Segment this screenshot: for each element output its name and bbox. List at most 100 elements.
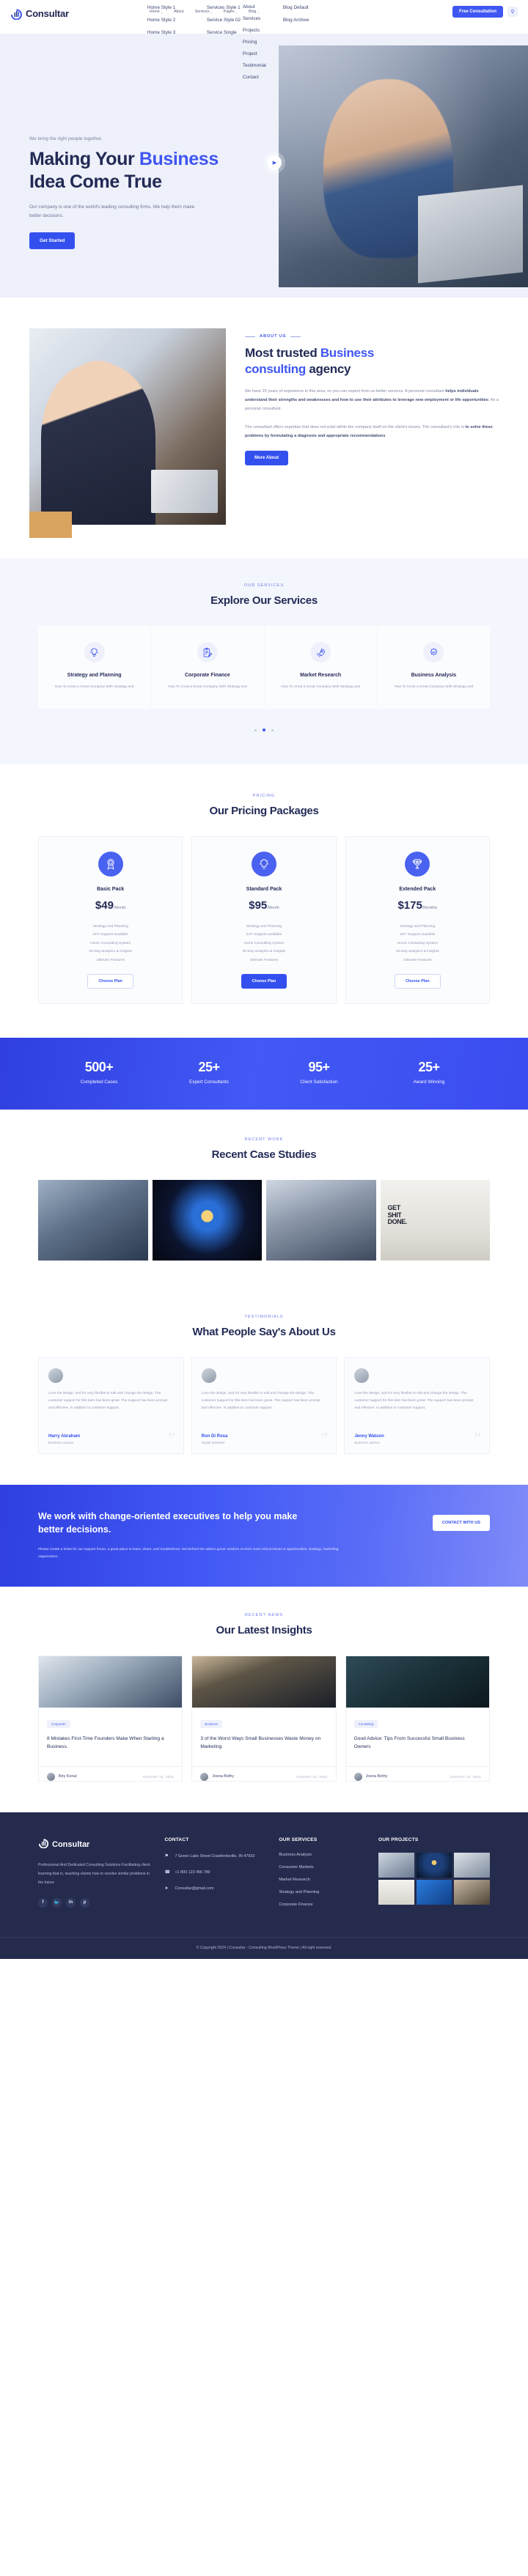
- plan-feature: Strategy and Planning: [400, 924, 436, 929]
- choose-plan-button[interactable]: Choose Plan: [241, 974, 287, 989]
- plan-feature: Ultimate Features: [96, 958, 125, 962]
- blog-image: [345, 1656, 489, 1708]
- search-icon[interactable]: ⚲: [507, 7, 518, 17]
- footer-contact-email[interactable]: ➤ Consultar@gmail.com: [164, 1885, 265, 1893]
- services-carousel-dots[interactable]: [0, 722, 528, 735]
- carousel-dot[interactable]: [271, 728, 274, 731]
- footer-projects-column: OUR PROJECTS: [378, 1837, 490, 1915]
- contact-with-us-button[interactable]: CONTACT WITH US: [432, 1515, 490, 1532]
- dropdown-item-about[interactable]: About: [243, 1, 266, 13]
- dropdown-item-home-style-2[interactable]: Home Style 2: [147, 14, 175, 26]
- blog-post-title[interactable]: Good Advice: Tips From Successful Small …: [354, 1735, 481, 1752]
- about-media: [29, 328, 226, 538]
- service-card[interactable]: Strategy and Planning How To Creat a Gre…: [38, 626, 151, 709]
- footer-link-market-research[interactable]: Market Research: [279, 1878, 365, 1882]
- testimonials-title: What People Say's About Us: [192, 1326, 336, 1339]
- blog-card[interactable]: Business 3 of the Worst Ways Small Busin…: [191, 1655, 337, 1782]
- blog-author: Josna Bothy: [200, 1772, 234, 1781]
- project-thumbnail[interactable]: [454, 1879, 490, 1905]
- get-started-button[interactable]: Get Started: [29, 232, 76, 249]
- footer-description: Professional And Dedicated Consulting So…: [38, 1862, 150, 1885]
- facebook-icon[interactable]: f: [38, 1897, 48, 1908]
- footer-link-corporate-finance[interactable]: Corporate Finance: [279, 1903, 365, 1907]
- blog-tag[interactable]: Consulting: [353, 1719, 378, 1728]
- service-card[interactable]: Corporate Finance How To Creat a Great C…: [151, 626, 264, 709]
- plan-price-value: $95: [249, 898, 268, 912]
- footer-services-heading: OUR SERVICES: [279, 1837, 318, 1842]
- blog-tag[interactable]: Corporate: [47, 1719, 70, 1728]
- dropdown-item-pricing[interactable]: Pricing: [243, 37, 266, 48]
- pinterest-icon[interactable]: ρ: [80, 1897, 89, 1908]
- footer-logo[interactable]: Consultar: [38, 1837, 151, 1852]
- case-image-office-meeting[interactable]: [266, 1180, 376, 1261]
- dropdown-item-project[interactable]: Project: [243, 48, 266, 60]
- footer-link-business-analysis[interactable]: Business Analysis: [279, 1853, 365, 1857]
- service-name: Business Analysis: [411, 673, 457, 678]
- blog-tag[interactable]: Business: [200, 1719, 223, 1728]
- service-desc: How To Creat a Great Company With Strate…: [394, 685, 474, 689]
- testimonial-card: Love the design, and it's very flexible …: [344, 1357, 491, 1455]
- dropdown-item-service-single[interactable]: Service Single: [207, 26, 241, 39]
- dropdown-item-projects[interactable]: Projects: [243, 25, 266, 37]
- hero-description: Our company is one of the world's leadin…: [29, 204, 195, 218]
- testimonial-role: Digital Marketer: [201, 1441, 225, 1445]
- service-card[interactable]: Market Research How To Creat a Great Com…: [264, 626, 377, 709]
- dropdown-item-blog-default[interactable]: Blog Default: [283, 1, 309, 14]
- twitter-icon[interactable]: 🐦: [52, 1897, 62, 1908]
- footer-link-consumer-markets[interactable]: Consumer Markets: [279, 1865, 365, 1870]
- services-section: Our Services Explore Our Services Strate…: [0, 558, 528, 764]
- choose-plan-button[interactable]: Choose Plan: [394, 974, 441, 989]
- plan-price-period: /Month: [267, 905, 279, 910]
- service-card[interactable]: Business Analysis How To Creat a Great C…: [377, 626, 490, 709]
- dropdown-item-contact[interactable]: Contact: [243, 72, 266, 84]
- dropdown-item-services-style-1[interactable]: Services Style 1: [207, 1, 241, 14]
- project-thumbnail[interactable]: [454, 1852, 490, 1878]
- site-header: Consultar Home ⌄ About Services ⌄ Pages …: [0, 0, 528, 80]
- project-thumbnail[interactable]: [378, 1879, 414, 1905]
- free-consultation-button[interactable]: Free Consultation: [452, 6, 503, 18]
- dropdown-item-home-style-1[interactable]: Home Style 1: [147, 1, 175, 14]
- plan-features: Strategy and Planning 24/7 Support avail…: [202, 923, 325, 965]
- avatar: [354, 1368, 370, 1384]
- dropdown-item-home-style-3[interactable]: Home Style 3: [147, 26, 175, 39]
- footer-contact-phone[interactable]: ☎ +1 800 123 456 789: [164, 1869, 265, 1877]
- carousel-dot[interactable]: [254, 728, 257, 731]
- project-thumbnail[interactable]: [378, 1852, 414, 1878]
- choose-plan-button[interactable]: Choose Plan: [87, 974, 133, 989]
- about-title: Most trusted Business consulting agency: [245, 346, 375, 377]
- project-thumbnail[interactable]: [416, 1879, 452, 1905]
- case-image-poster[interactable]: [380, 1180, 490, 1261]
- blog-card[interactable]: Corporate 8 Mistakes First-Time Founders…: [38, 1655, 183, 1782]
- testimonial-text: Love the design, and it's very flexible …: [48, 1392, 168, 1411]
- about-accent-bar: [29, 512, 72, 538]
- blog-title: Our Latest Insights: [216, 1623, 312, 1636]
- quote-icon: ”: [474, 1429, 482, 1448]
- blog-post-title[interactable]: 3 of the Worst Ways Small Businesses Was…: [200, 1735, 327, 1752]
- dropdown-item-service-style-02[interactable]: Service Style 02: [207, 14, 241, 26]
- footer-link-strategy-and-planning[interactable]: Strategy and Planning: [279, 1890, 365, 1894]
- blog-post-title[interactable]: 8 Mistakes First-Time Founders Make When…: [47, 1735, 174, 1752]
- dropdown-blog: Blog Default Blog Archive: [283, 1, 309, 26]
- case-image-lightbulb-network[interactable]: [152, 1180, 262, 1261]
- about-image: [29, 328, 226, 525]
- linkedin-icon[interactable]: in: [66, 1897, 76, 1908]
- more-about-button[interactable]: More About: [245, 451, 289, 466]
- testimonials-section: Testimonials What People Say's About Us …: [0, 1290, 528, 1486]
- blog-footer: Biry Konal AUGUST 14, 2021: [39, 1765, 183, 1781]
- carousel-dot-active[interactable]: [263, 728, 265, 731]
- blog-body: Business 3 of the Worst Ways Small Busin…: [192, 1708, 335, 1758]
- avatar: [200, 1772, 209, 1781]
- blog-card[interactable]: Consulting Good Advice: Tips From Succes…: [345, 1655, 490, 1782]
- plan-feature: 30-Day analytics & insights: [89, 950, 133, 954]
- dropdown-item-services[interactable]: Services: [243, 13, 266, 25]
- dropdown-item-testimonial[interactable]: Testimonial: [243, 60, 266, 72]
- project-thumbnail[interactable]: [416, 1852, 452, 1878]
- testimonials-grid: Love the design, and it's very flexible …: [38, 1357, 491, 1455]
- quote-icon: ”: [167, 1429, 175, 1448]
- service-name: Corporate Finance: [184, 673, 230, 678]
- dropdown-item-blog-archive[interactable]: Blog Archive: [283, 14, 309, 26]
- main-nav: Home ⌄ About Services ⌄ Pages ⌄ Blog ⌄ H…: [69, 0, 452, 80]
- blog-author: Josna Bothy: [353, 1772, 387, 1781]
- case-image-handshake[interactable]: [38, 1180, 148, 1261]
- logo[interactable]: Consultar: [10, 7, 69, 20]
